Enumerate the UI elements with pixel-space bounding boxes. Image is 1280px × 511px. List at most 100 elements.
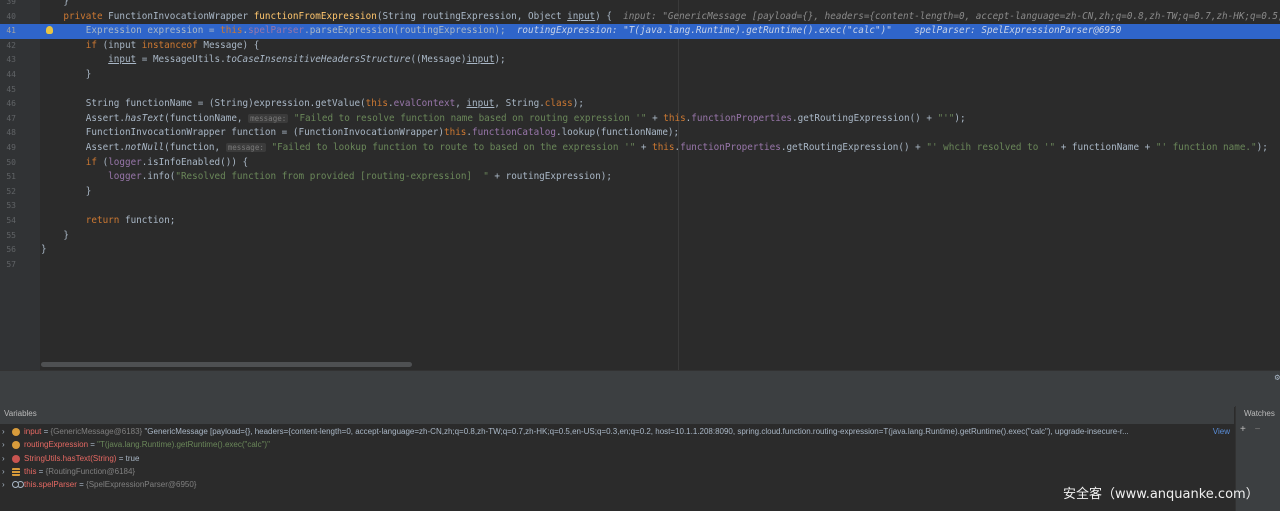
code-line[interactable]: 51 logger.info("Resolved function from p…: [0, 170, 1280, 185]
settings-icon[interactable]: ⚙: [1275, 373, 1280, 383]
code-line[interactable]: 39 }: [0, 0, 1280, 10]
remove-watch-icon[interactable]: −: [1255, 424, 1261, 435]
code-token: "Failed to resolve function name based o…: [293, 112, 647, 124]
code-text[interactable]: }: [41, 0, 69, 10]
code-token: + functionName +: [1055, 142, 1156, 153]
code-text[interactable]: FunctionInvocationWrapper function = (Fu…: [41, 126, 679, 141]
method-return-icon: [12, 454, 20, 463]
current-execution-line[interactable]: 41 Expression expression = this.spelPars…: [0, 24, 1280, 39]
variable-value: true: [125, 453, 140, 463]
code-token: );: [954, 112, 966, 124]
code-token: ) {: [595, 10, 624, 22]
line-number[interactable]: 45: [0, 83, 16, 98]
code-text[interactable]: logger.info("Resolved function from prov…: [41, 170, 612, 185]
variable-name: StringUtils.hasText(String): [24, 453, 117, 463]
variable-row[interactable]: › this.spelParser = {SpelExpressionParser…: [0, 478, 1234, 491]
line-number[interactable]: 57: [0, 258, 16, 273]
variable-row[interactable]: › input = {GenericMessage@6183} "GenericM…: [0, 425, 1234, 438]
code-token: if: [85, 39, 103, 51]
variable-type: {RoutingFunction@6184}: [45, 466, 136, 476]
variable-row[interactable]: › routingExpression = "T(java.lang.Runtim…: [0, 438, 1234, 451]
code-text[interactable]: Assert.notNull(function, message: "Faile…: [41, 141, 1268, 156]
variable-text: StringUtils.hasText(String) = true: [24, 453, 140, 463]
expand-arrow-icon[interactable]: ›: [2, 438, 5, 451]
code-text[interactable]: Expression expression = this.spelParser.…: [41, 24, 1122, 39]
line-number[interactable]: 41: [0, 24, 16, 39]
code-line[interactable]: 46 String functionName = (String)express…: [0, 97, 1280, 112]
horizontal-scrollbar[interactable]: [41, 362, 412, 367]
code-token: instanceof: [141, 39, 204, 51]
line-number[interactable]: 47: [0, 112, 16, 127]
code-line[interactable]: 47 Assert.hasText(functionName, message:…: [0, 112, 1280, 127]
code-line[interactable]: 54 return function;: [0, 214, 1280, 229]
variable-row[interactable]: › StringUtils.hasText(String) = true: [0, 452, 1234, 465]
variable-name: routingExpression: [24, 440, 89, 450]
code-line[interactable]: 48 FunctionInvocationWrapper function = …: [0, 126, 1280, 141]
code-token: this: [444, 127, 467, 139]
line-number[interactable]: 53: [0, 199, 16, 214]
code-token: +: [646, 112, 664, 124]
add-watch-icon[interactable]: +: [1240, 424, 1246, 435]
code-token: hasText: [124, 112, 165, 124]
code-editor[interactable]: 39 } 40 private FunctionInvocationWrapper…: [0, 0, 1280, 370]
code-line[interactable]: 50 if (logger.isInfoEnabled()) {: [0, 156, 1280, 171]
line-number[interactable]: 52: [0, 185, 16, 200]
code-token: functionProperties: [680, 142, 781, 153]
code-text[interactable]: }: [41, 243, 47, 258]
code-token: spelParser: [248, 25, 305, 37]
code-text[interactable]: return function;: [41, 214, 176, 229]
variable-text: input = {GenericMessage@6183} "GenericMe…: [24, 427, 1129, 436]
variable-row[interactable]: › this = {RoutingFunction@6184}: [0, 465, 1234, 478]
code-line[interactable]: 43 input = MessageUtils.toCaseInsensitiv…: [0, 53, 1280, 68]
code-text[interactable]: }: [41, 229, 69, 244]
code-line[interactable]: 53: [0, 199, 1280, 214]
code-text[interactable]: String functionName = (String)expression…: [41, 97, 584, 112]
line-number[interactable]: 55: [0, 229, 16, 244]
line-number[interactable]: 48: [0, 126, 16, 141]
line-number[interactable]: 54: [0, 214, 16, 229]
code-text[interactable]: input = MessageUtils.toCaseInsensitiveHe…: [41, 53, 505, 68]
code-line[interactable]: 49 Assert.notNull(function, message: "Fa…: [0, 141, 1280, 156]
code-line[interactable]: 52 }: [0, 185, 1280, 200]
parameter-icon: [12, 441, 20, 450]
code-line[interactable]: 45: [0, 83, 1280, 98]
line-number[interactable]: 44: [0, 68, 16, 83]
line-number[interactable]: 39: [0, 0, 16, 10]
line-number[interactable]: 56: [0, 243, 16, 258]
code-token: (function,: [164, 142, 226, 153]
code-text[interactable]: if (logger.isInfoEnabled()) {: [41, 156, 248, 171]
code-text[interactable]: if (input instanceof Message) {: [41, 39, 260, 54]
line-number[interactable]: 42: [0, 39, 16, 54]
code-token: (input: [102, 39, 142, 51]
code-text[interactable]: private FunctionInvocationWrapper functi…: [41, 10, 1280, 25]
code-token: }: [41, 229, 69, 241]
code-line[interactable]: 40 private FunctionInvocationWrapper fun…: [0, 10, 1280, 25]
line-number[interactable]: 51: [0, 170, 16, 185]
view-link[interactable]: View: [1213, 425, 1230, 438]
code-token: Assert.: [41, 142, 125, 153]
code-line[interactable]: 56}: [0, 243, 1280, 258]
code-line[interactable]: 57: [0, 258, 1280, 273]
code-text[interactable]: Assert.hasText(functionName, message: "F…: [41, 112, 966, 127]
line-number[interactable]: 50: [0, 156, 16, 171]
expand-arrow-icon[interactable]: ›: [2, 465, 5, 478]
code-line[interactable]: 44 }: [0, 68, 1280, 83]
line-number[interactable]: 43: [0, 53, 16, 68]
expand-arrow-icon[interactable]: ›: [2, 478, 5, 491]
line-number[interactable]: 46: [0, 97, 16, 112]
code-text[interactable]: }: [41, 68, 92, 83]
variable-name: input: [24, 427, 42, 436]
code-line[interactable]: 42 if (input instanceof Message) {: [0, 39, 1280, 54]
code-line[interactable]: 55 }: [0, 229, 1280, 244]
expand-arrow-icon[interactable]: ›: [2, 452, 5, 465]
expand-arrow-icon[interactable]: ›: [2, 425, 5, 438]
code-token: "' function name.": [1155, 142, 1257, 153]
variables-tree[interactable]: › input = {GenericMessage@6183} "GenericM…: [0, 424, 1234, 511]
code-text[interactable]: }: [41, 185, 92, 200]
parameter-hint: message:: [248, 113, 289, 123]
code-token: Assert.: [41, 112, 125, 124]
line-number[interactable]: 49: [0, 141, 16, 156]
line-number[interactable]: 40: [0, 10, 16, 25]
code-token: input: [466, 98, 495, 110]
